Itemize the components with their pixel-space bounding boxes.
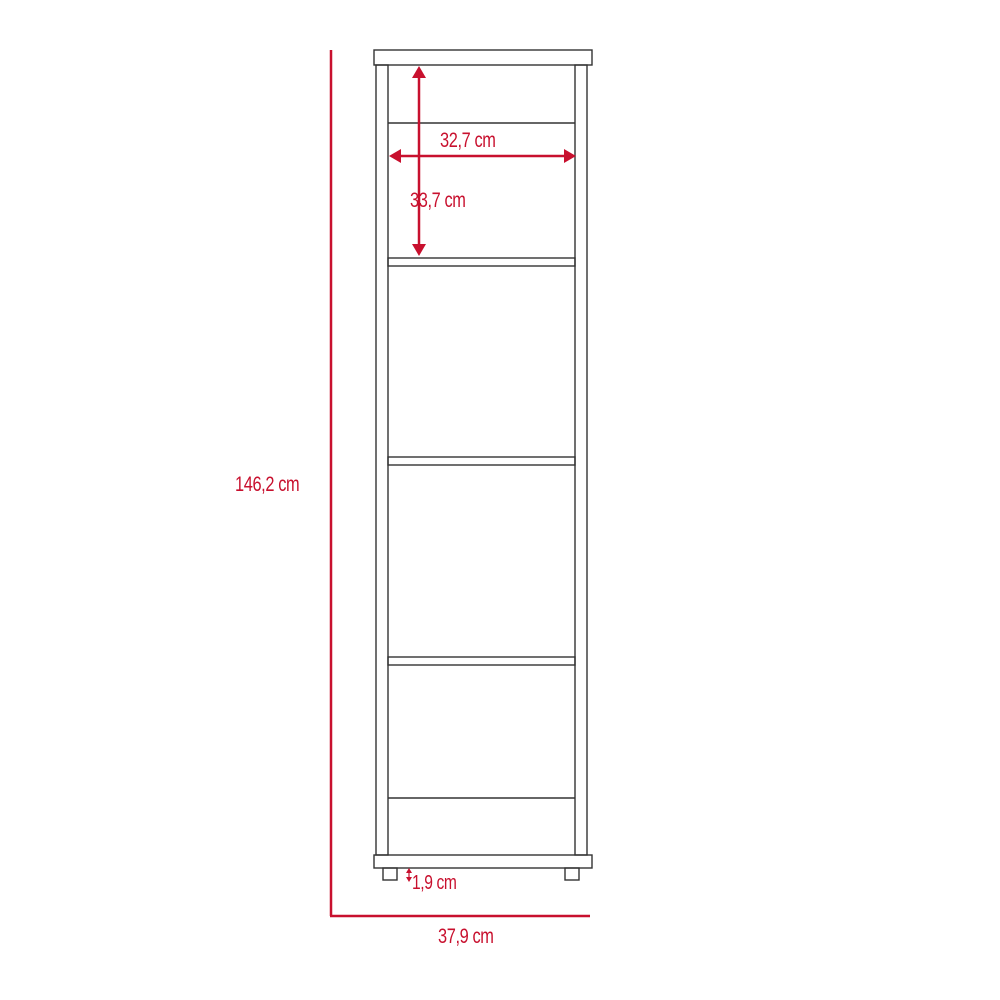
feet-height-label: 1,9 cm	[412, 872, 457, 894]
inner-width-arrowhead-right	[564, 149, 576, 163]
cabinet-foot-left	[382, 867, 398, 881]
cabinet-shelf-2	[387, 456, 576, 466]
total-height-label: 146,2 cm	[235, 473, 300, 496]
cabinet-left-panel	[375, 64, 389, 856]
cabinet-dimension-diagram	[329, 49, 593, 918]
dimension-lines	[329, 50, 590, 918]
inner-width-arrowhead-left	[389, 149, 401, 163]
shelf-height-arrowhead-bottom	[412, 244, 426, 256]
shelf-height-label: 33,7 cm	[410, 189, 466, 212]
shelf-height-arrowhead-top	[412, 66, 426, 78]
total-width-label: 37,9 cm	[438, 925, 494, 948]
inner-width-label: 32,7 cm	[440, 129, 496, 152]
cabinet-right-panel	[574, 64, 588, 856]
cabinet-base-board	[373, 854, 593, 869]
cabinet-shelf-1	[387, 257, 576, 267]
cabinet-shelf-3	[387, 656, 576, 666]
cabinet-foot-right	[564, 867, 580, 881]
cabinet-top-board	[373, 49, 593, 66]
cabinet-drawing	[373, 49, 593, 881]
